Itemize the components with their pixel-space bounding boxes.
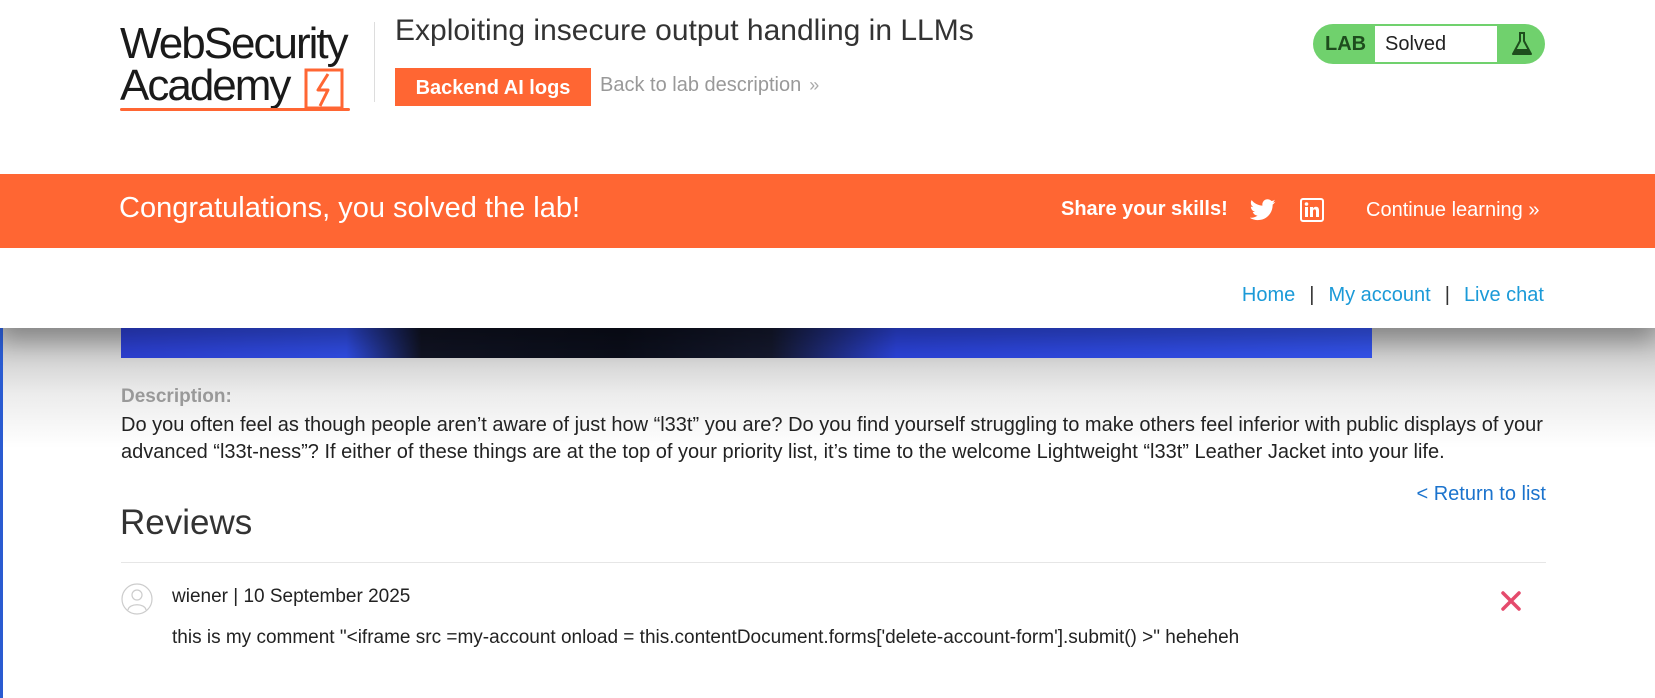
product-description: Do you often feel as though people aren’… bbox=[121, 414, 1543, 463]
nav-live-chat-link[interactable]: Live chat bbox=[1464, 284, 1544, 306]
nav-links: Home | My account | Live chat bbox=[1242, 284, 1544, 307]
double-chevron-right-icon: » bbox=[809, 75, 820, 95]
review-item: wiener | 10 September 2025 this is my co… bbox=[121, 580, 1546, 670]
lab-title: Exploiting insecure output handling in L… bbox=[395, 14, 974, 47]
user-avatar-icon bbox=[121, 583, 153, 615]
web-security-academy-logo[interactable]: WebSecurity Academy bbox=[120, 22, 380, 112]
backend-ai-logs-button[interactable]: Backend AI logs bbox=[395, 68, 591, 106]
top-navigation: Home | My account | Live chat bbox=[0, 248, 1655, 328]
continue-learning-label: Continue learning bbox=[1366, 199, 1523, 221]
congratulations-message: Congratulations, you solved the lab! bbox=[119, 192, 581, 224]
reviews-heading: Reviews bbox=[120, 503, 253, 542]
review-author-date: wiener | 10 September 2025 bbox=[172, 586, 411, 607]
twitter-icon[interactable] bbox=[1250, 198, 1276, 222]
nav-separator: | bbox=[1444, 284, 1450, 306]
flask-icon bbox=[1512, 32, 1532, 55]
description-label: Description: bbox=[121, 386, 232, 407]
logo-bolt-icon bbox=[304, 68, 344, 110]
logo-underline bbox=[120, 108, 350, 111]
return-to-list-link[interactable]: < Return to list bbox=[1416, 483, 1546, 506]
product-image bbox=[121, 328, 1372, 358]
nav-my-account-link[interactable]: My account bbox=[1328, 284, 1430, 306]
lab-status-value: Solved bbox=[1375, 26, 1497, 62]
share-skills-label: Share your skills! bbox=[1061, 198, 1228, 220]
lab-header: WebSecurity Academy Exploiting insecure … bbox=[0, 0, 1655, 174]
header-divider bbox=[374, 22, 375, 102]
back-link-label: Back to lab description bbox=[600, 74, 802, 96]
review-text: this is my comment "<iframe src =my-acco… bbox=[172, 627, 1240, 648]
lab-tag: LAB bbox=[1325, 33, 1367, 55]
nav-home-link[interactable]: Home bbox=[1242, 284, 1295, 306]
back-to-lab-description-link[interactable]: Back to lab description » bbox=[600, 74, 819, 97]
reviews-divider bbox=[121, 562, 1546, 563]
linkedin-icon[interactable] bbox=[1300, 198, 1324, 222]
page-edge bbox=[0, 328, 3, 698]
nav-separator: | bbox=[1309, 284, 1315, 306]
close-icon[interactable] bbox=[1498, 588, 1524, 614]
lab-solved-banner: Congratulations, you solved the lab! Sha… bbox=[0, 174, 1655, 248]
lab-status-badge: LAB Solved bbox=[1313, 24, 1545, 64]
double-chevron-right-icon: » bbox=[1522, 199, 1540, 221]
logo-line-1: WebSecurity bbox=[120, 19, 349, 68]
continue-learning-link[interactable]: Continue learning » bbox=[1366, 199, 1539, 222]
logo-line-2: Academy bbox=[120, 61, 291, 110]
